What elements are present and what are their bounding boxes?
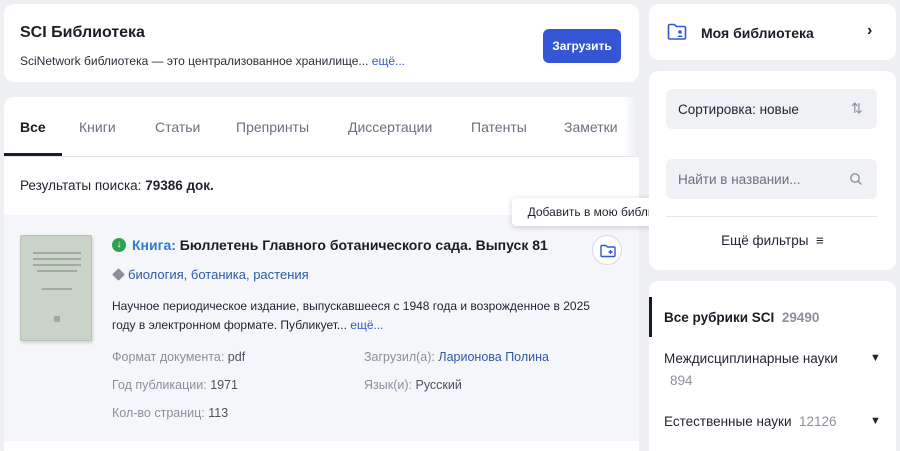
tab-articles[interactable]: Статьи (155, 119, 200, 135)
tab-preprints[interactable]: Препринты (236, 119, 309, 135)
library-description-text: SciNetwork библиотека — это централизова… (20, 54, 369, 68)
chevron-down-icon[interactable]: ▼ (870, 352, 881, 364)
meta-year: Год публикации: 1971 (112, 378, 238, 392)
meta-pages-value: 113 (208, 406, 229, 420)
search-icon[interactable] (849, 172, 863, 186)
item-type-label: Книга: (132, 237, 176, 253)
results-number: 79386 док. (145, 178, 214, 193)
tab-dissertations[interactable]: Диссертации (348, 119, 432, 135)
filters-panel: Сортировка: новые ⇅ Ещё фильтры ≡ (649, 71, 896, 270)
rubric-count: 12126 (799, 414, 837, 429)
results-prefix: Результаты поиска: (20, 178, 142, 193)
tab-books[interactable]: Книги (79, 119, 116, 135)
tag-list: биология, ботаника, растения (128, 267, 309, 282)
meta-language-value: Русский (415, 378, 462, 392)
meta-language: Язык(и): Русский (364, 378, 462, 392)
sort-select[interactable]: Сортировка: новые ⇅ (666, 89, 877, 129)
sort-label: Сортировка: новые (678, 102, 799, 117)
tag-link[interactable]: ботаника (191, 267, 246, 282)
divider (666, 216, 877, 217)
my-library-label: Моя библиотека (701, 25, 814, 41)
tab-all[interactable]: Все (20, 119, 46, 135)
tag-link[interactable]: биология (128, 267, 184, 282)
meta-uploader: Загрузил(а): Ларионова Полина (364, 350, 549, 364)
upload-button[interactable]: Загрузить (543, 29, 621, 63)
meta-pages: Кол-во страниц: 113 (112, 406, 229, 420)
tab-patents[interactable]: Патенты (471, 119, 527, 135)
rubric-count-interdisciplinary: 894 (670, 373, 693, 388)
item-description: Научное периодическое издание, выпускавш… (112, 297, 612, 335)
page-title: SCI Библиотека (20, 24, 145, 41)
chevron-right-icon: › (867, 22, 873, 39)
user-folder-icon (667, 23, 687, 40)
filter-lines-icon: ≡ (812, 233, 824, 248)
title-search-box (666, 159, 877, 199)
rubric-item-interdisciplinary[interactable]: Междисциплинарные науки (664, 351, 838, 366)
description-more-link[interactable]: ещё... (372, 54, 405, 68)
tabs-scroll-fade (624, 97, 639, 157)
more-filters-button[interactable]: Ещё фильтры ≡ (649, 233, 896, 248)
add-to-library-button[interactable] (592, 235, 622, 265)
item-description-more-link[interactable]: ещё... (350, 318, 383, 332)
rubric-item-natural-sciences[interactable]: Естественные науки 12126 (664, 414, 837, 429)
results-count: Результаты поиска: 79386 док. (20, 178, 214, 193)
download-available-icon: ↓ (112, 238, 126, 252)
tab-notes[interactable]: Заметки (564, 119, 618, 135)
chevron-down-icon[interactable]: ▼ (870, 415, 881, 427)
item-title-text[interactable]: Бюллетень Главного ботанического сада. В… (180, 237, 548, 253)
document-type-tabs: Все Книги Статьи Препринты Диссертации П… (4, 97, 639, 157)
library-description: SciNetwork библиотека — это централизова… (20, 54, 405, 68)
rubric-count: 29490 (781, 310, 820, 325)
meta-format: Формат документа: pdf (112, 350, 246, 364)
library-header-card: SCI Библиотека SciNetwork библиотека — э… (4, 4, 639, 82)
uploader-link[interactable]: Ларионова Полина (438, 350, 549, 364)
item-title[interactable]: Книга: Бюллетень Главного ботанического … (132, 237, 548, 253)
results-panel: Все Книги Статьи Препринты Диссертации П… (4, 97, 639, 451)
rubrics-panel: Все рубрики SCI 29490 Междисциплинарные … (649, 281, 896, 451)
meta-year-value: 1971 (210, 378, 238, 392)
book-cover-thumbnail[interactable] (20, 235, 92, 341)
tag-icon (112, 268, 125, 281)
my-library-link[interactable]: Моя библиотека › (649, 4, 896, 60)
active-rubric-indicator (649, 297, 652, 337)
rubric-item-all[interactable]: Все рубрики SCI 29490 (664, 310, 819, 325)
list-item[interactable]: ↓ Книга: Бюллетень Главного ботаническог… (4, 215, 639, 441)
tag-link[interactable]: растения (253, 267, 308, 282)
sort-order-icon[interactable]: ⇅ (851, 100, 863, 117)
title-search-input[interactable] (666, 159, 846, 199)
active-tab-indicator (4, 153, 62, 156)
folder-plus-icon (600, 244, 616, 258)
meta-format-value: pdf (227, 350, 246, 364)
